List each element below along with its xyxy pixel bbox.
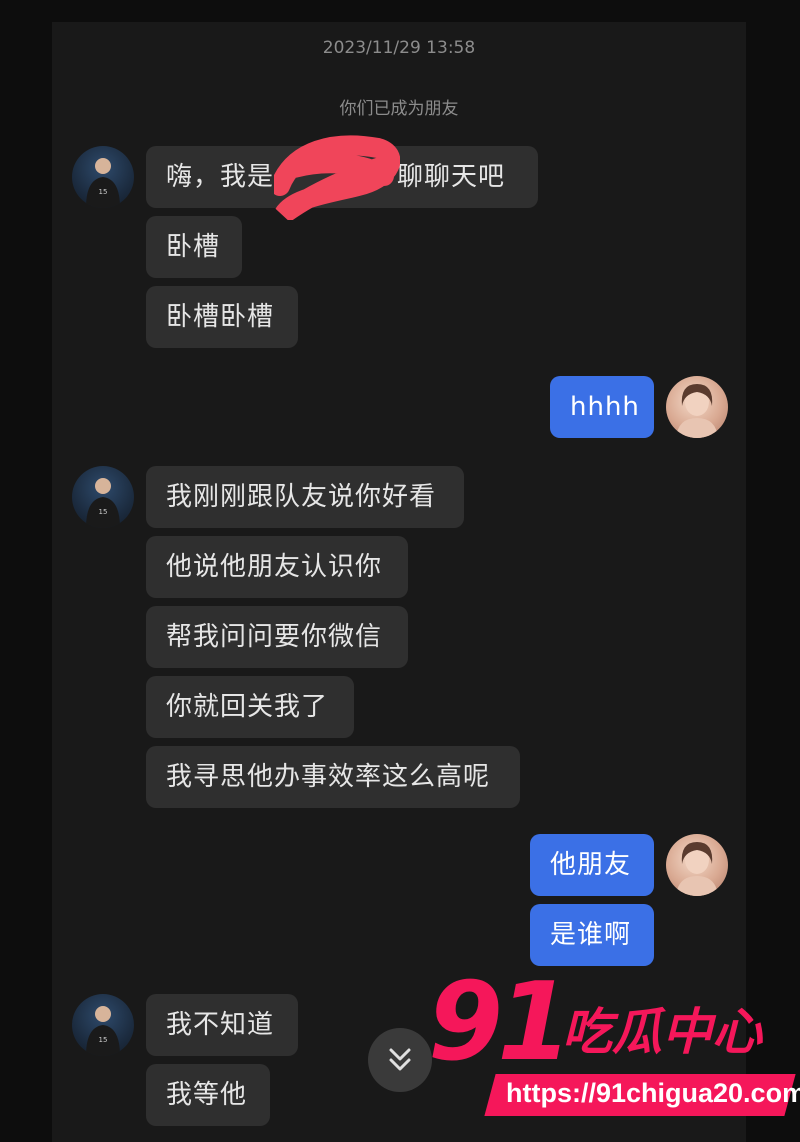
message-text: 卧槽卧槽 <box>166 302 275 332</box>
contact-avatar[interactable]: 15 <box>72 146 134 208</box>
message-bubble[interactable]: 我不知道 <box>146 994 298 1056</box>
message-text: 嗨，我是 <box>166 162 275 192</box>
message-bubble[interactable]: 卧槽 <box>146 216 242 278</box>
contact-avatar[interactable]: 15 <box>72 994 134 1056</box>
site-watermark: 91 吃瓜中心 https://91chigua20.com <box>428 968 800 1128</box>
watermark-number: 91 <box>428 960 572 1085</box>
player-avatar-icon: 15 <box>86 478 120 528</box>
portrait-avatar-icon <box>676 384 718 438</box>
watermark-url: https://91chigua20.com <box>506 1078 800 1108</box>
user-avatar[interactable] <box>666 376 728 438</box>
message-bubble[interactable]: 他说他朋友认识你 <box>146 536 408 598</box>
scroll-to-bottom-button[interactable] <box>368 1028 432 1092</box>
double-chevron-down-icon <box>389 1048 411 1071</box>
message-bubble[interactable]: 你就回关我了 <box>146 676 354 738</box>
message-text: 我寻思他办事效率这么高呢 <box>166 762 491 792</box>
message-text: 我不知道 <box>166 1010 275 1040</box>
message-bubble[interactable]: 帮我问问要你微信 <box>146 606 408 668</box>
message-text: 我刚刚跟队友说你好看 <box>166 482 437 512</box>
message-bubble-outgoing[interactable]: 是谁啊 <box>530 904 654 966</box>
message-bubble[interactable]: 我刚刚跟队友说你好看 <box>146 466 464 528</box>
svg-text:15: 15 <box>99 188 108 196</box>
message-bubble[interactable]: 我寻思他办事效率这么高呢 <box>146 746 520 808</box>
player-avatar-icon: 15 <box>86 1006 120 1056</box>
message-bubble[interactable]: 卧槽卧槽 <box>146 286 298 348</box>
message-bubble[interactable]: 我等他 <box>146 1064 270 1126</box>
message-text: 你就回关我了 <box>166 692 329 722</box>
player-avatar-icon: 15 <box>86 158 120 208</box>
message-text: 我等他 <box>166 1080 248 1110</box>
watermark-title: 吃瓜中心 <box>562 1003 762 1061</box>
message-text: 卧槽 <box>166 232 221 262</box>
redaction-scribble <box>274 135 400 220</box>
system-message: 你们已成为朋友 <box>339 99 459 119</box>
contact-avatar[interactable]: 15 <box>72 466 134 528</box>
svg-text:15: 15 <box>99 508 108 516</box>
message-text: 帮我问问要你微信 <box>166 622 383 652</box>
message-text: 他说他朋友认识你 <box>166 552 383 582</box>
message-text: 是谁啊 <box>550 920 632 950</box>
chat-timestamp: 2023/11/29 13:58 <box>322 38 476 58</box>
message-bubble-outgoing[interactable]: hhhh <box>550 376 654 438</box>
message-bubble-outgoing[interactable]: 他朋友 <box>530 834 654 896</box>
message-text: 他朋友 <box>550 850 632 880</box>
svg-text:15: 15 <box>99 1036 108 1044</box>
message-text: hhhh <box>570 392 640 422</box>
user-avatar[interactable] <box>666 834 728 896</box>
portrait-avatar-icon <box>676 842 718 896</box>
